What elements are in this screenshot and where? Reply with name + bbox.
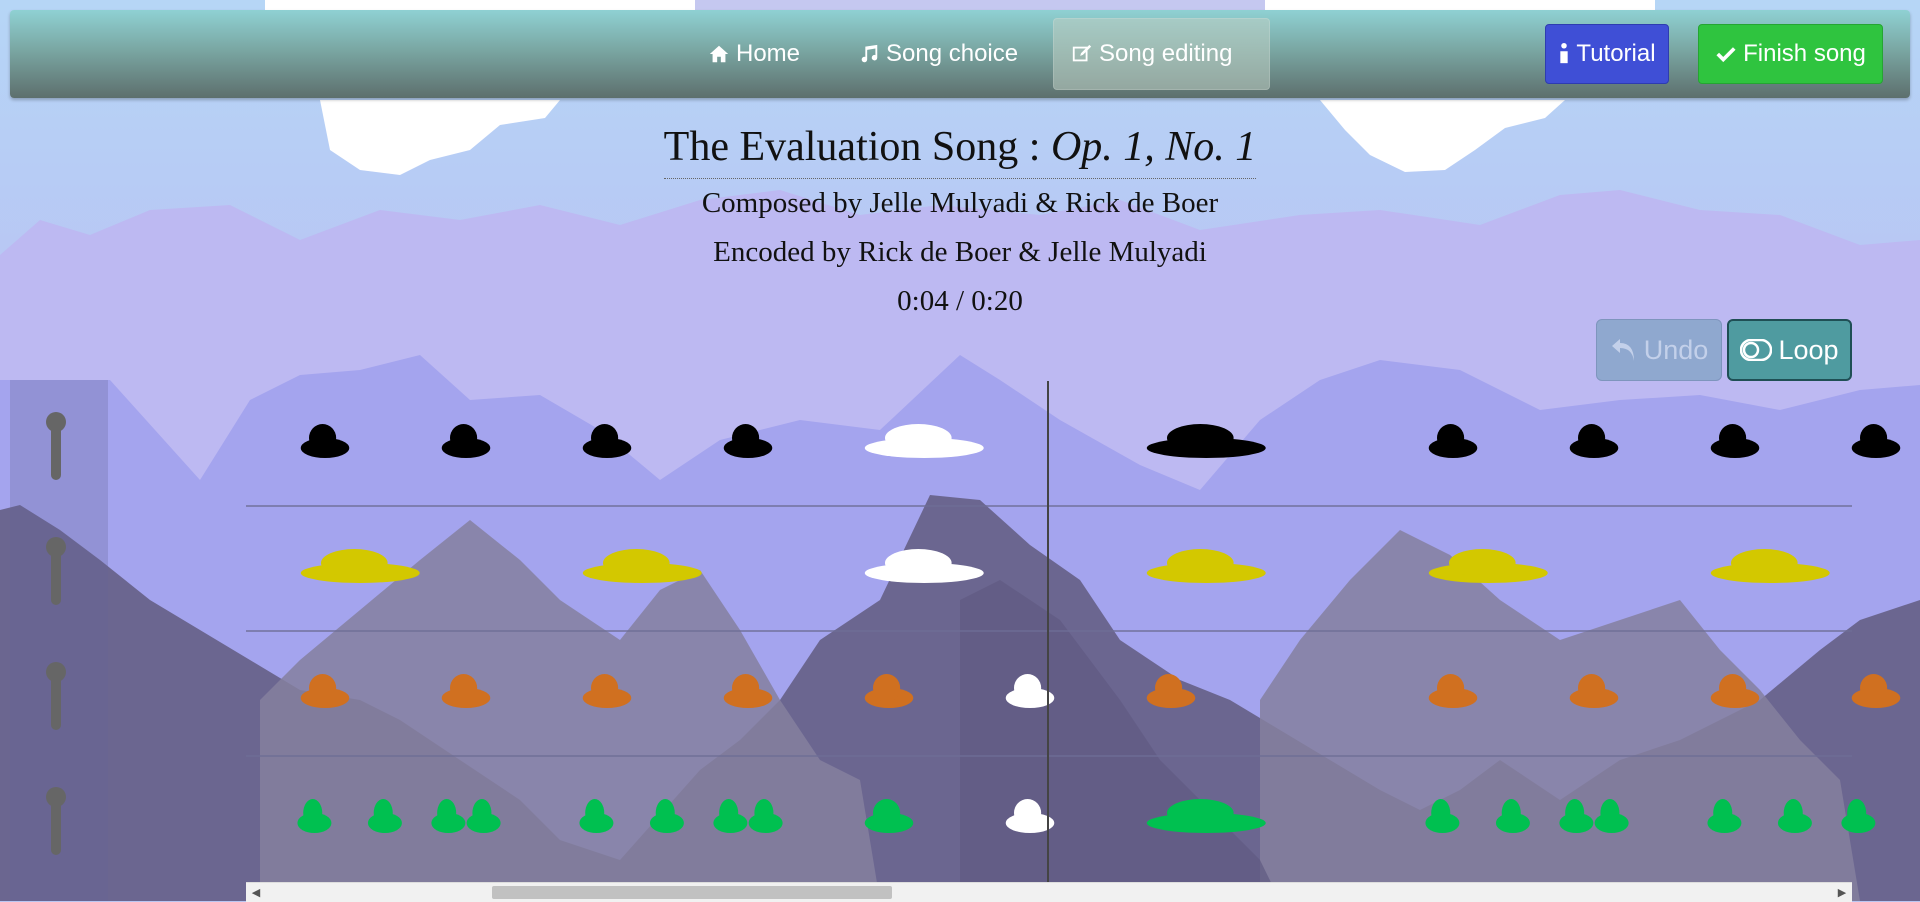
composed-by: Composed by Jelle Mulyadi & Rick de Boer	[701, 187, 1219, 219]
encoded-by: Encoded by Rick de Boer & Jelle Mulyadi	[713, 236, 1207, 268]
playhead	[1047, 381, 1049, 883]
song-info: The Evaluation Song : Op. 1, No. 1 Compo…	[0, 118, 1920, 326]
nav-song-choice-link[interactable]: Song choice	[840, 18, 1036, 90]
navbar: Home Song choice Song editing Tutorial F…	[10, 10, 1910, 98]
undo-button[interactable]: Undo	[1596, 319, 1722, 381]
nav-song-choice-label: Song choice	[886, 40, 1019, 67]
scroll-right-arrow-icon[interactable]: ▶	[1834, 885, 1850, 901]
check-icon	[1716, 47, 1736, 63]
scroll-left-arrow-icon[interactable]: ◀	[248, 885, 264, 901]
music-note-icon	[861, 44, 878, 63]
loop-label: Loop	[1778, 334, 1839, 365]
nav-song-editing-link[interactable]: Song editing	[1053, 18, 1270, 90]
track-3-volume-slider[interactable]	[46, 662, 66, 730]
finish-song-label: Finish song	[1743, 40, 1866, 67]
undo-label: Undo	[1643, 334, 1709, 365]
track-4-volume-slider[interactable]	[46, 787, 66, 855]
song-title-text: The Evaluation Song :	[663, 124, 1051, 170]
info-icon	[1560, 43, 1569, 64]
home-icon	[709, 45, 729, 63]
toggle-icon	[1740, 339, 1773, 361]
loop-toggle-button[interactable]: Loop	[1727, 319, 1852, 381]
track-separator	[246, 630, 1852, 632]
horizontal-scrollbar[interactable]: ◀ ▶	[246, 882, 1852, 902]
song-title: The Evaluation Song : Op. 1, No. 1	[663, 118, 1257, 179]
track-2-volume-slider[interactable]	[46, 537, 66, 605]
edit-icon	[1072, 44, 1092, 62]
nav-home-link[interactable]: Home	[690, 18, 818, 90]
nav-home-label: Home	[736, 40, 801, 67]
finish-song-button[interactable]: Finish song	[1698, 24, 1883, 84]
track-separator	[246, 505, 1852, 507]
undo-icon	[1611, 339, 1634, 361]
nav-song-editing-label: Song editing	[1099, 40, 1233, 67]
tutorial-button[interactable]: Tutorial	[1545, 24, 1669, 84]
tutorial-label: Tutorial	[1576, 40, 1656, 67]
song-opus: Op. 1, No. 1	[1050, 124, 1257, 170]
track-1-volume-slider[interactable]	[46, 412, 66, 480]
scrollbar-thumb[interactable]	[492, 886, 892, 899]
track-separator	[246, 755, 1852, 757]
